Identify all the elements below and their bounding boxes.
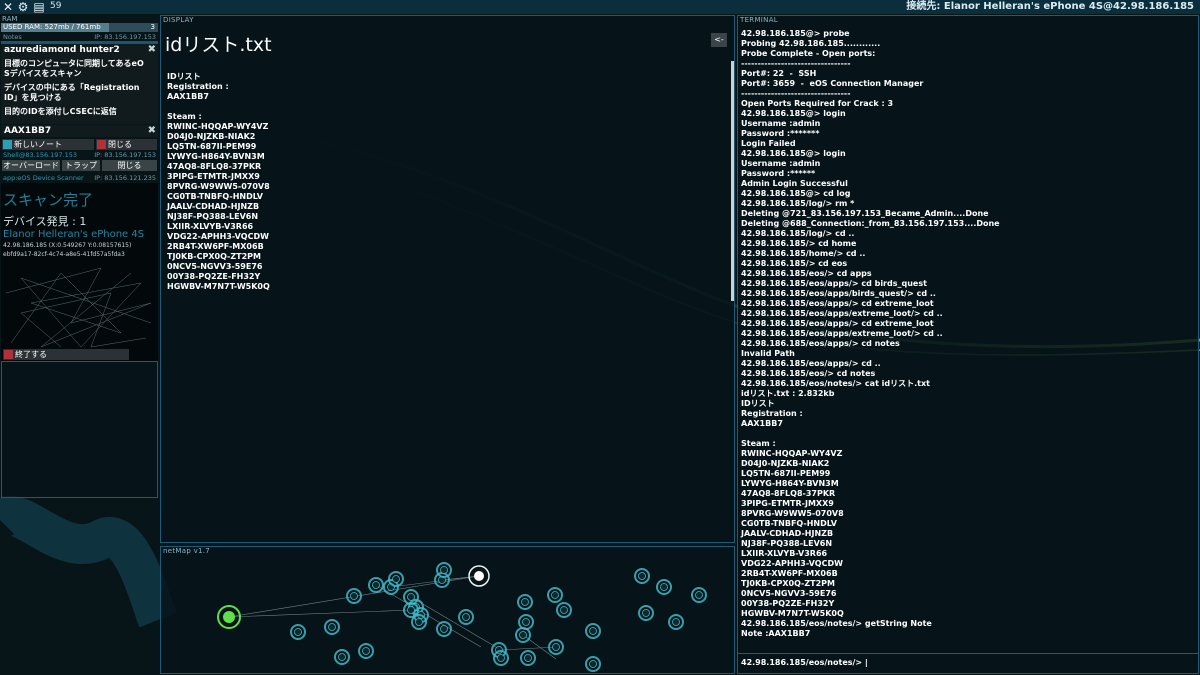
file-content: IDリスト Registration : AAX1BB7 Steam : RWI… <box>167 72 270 291</box>
network-node[interactable] <box>560 606 568 614</box>
note-line: Sデバイスをスキャン <box>4 69 82 78</box>
network-node[interactable] <box>497 654 505 662</box>
network-node[interactable] <box>551 591 559 599</box>
note-title: AAX1BB7 ✖ <box>1 125 158 137</box>
network-node[interactable] <box>589 627 597 635</box>
shell-exe-name: Shell@83.156.197.153 <box>3 151 78 159</box>
close-icon[interactable]: ✖ <box>148 44 156 55</box>
terminal-divider <box>738 653 1198 654</box>
display-label: DISPLAY <box>163 16 194 24</box>
network-node[interactable] <box>372 581 380 589</box>
empty-slot-panel <box>1 361 158 498</box>
device-scanner-panel: スキャン完了 デバイス発見 : 1 Elanor Helleran's ePho… <box>1 183 158 361</box>
new-note-icon <box>3 140 12 149</box>
network-node[interactable] <box>672 618 680 626</box>
network-node[interactable] <box>695 591 703 599</box>
network-node[interactable] <box>328 623 336 631</box>
ram-slot-count: 3 <box>150 23 155 31</box>
network-node[interactable] <box>589 660 597 668</box>
netmap-graph <box>217 562 707 672</box>
gear-icon[interactable]: ⚙ <box>16 0 30 14</box>
network-node[interactable] <box>524 654 532 662</box>
note-line: 目標のコンピュータに同期してあるeO <box>4 59 144 68</box>
terminal-input[interactable]: 42.98.186.185/eos/notes/> | <box>741 658 868 667</box>
netmap-panel: netMap v1.7 <box>160 546 735 674</box>
scan-status: スキャン完了 <box>3 191 94 209</box>
terminal-label: TERMINAL <box>740 16 778 24</box>
scanner-exe-header[interactable]: app:eOS Device Scanner IP: 83.156.121.23… <box>1 174 158 182</box>
target-node[interactable] <box>474 571 484 581</box>
notes-close-button[interactable]: 閉じる <box>96 139 157 150</box>
network-node[interactable] <box>462 613 470 621</box>
home-node[interactable] <box>223 611 235 623</box>
notes-exe-ip: IP: 83.156.197.153 <box>94 33 156 41</box>
close-square-icon <box>97 140 106 149</box>
display-panel: DISPLAY idリスト.txt <- IDリスト Registration … <box>160 15 735 543</box>
shell-exe-header[interactable]: Shell@83.156.197.153 IP: 83.156.197.153 <box>1 151 158 159</box>
connection-status: 接続先: Elanor Helleran's ePhone 4S@42.98.1… <box>906 1 1194 12</box>
note-card[interactable]: azurediamond hunter2 ✖ 目標のコンピュータに同期してあるe… <box>1 44 158 124</box>
note-title: azurediamond hunter2 ✖ <box>1 44 158 56</box>
note-title-text: azurediamond hunter2 <box>4 45 120 55</box>
network-node[interactable] <box>362 647 370 655</box>
network-node[interactable] <box>522 618 530 626</box>
close-icon[interactable]: ✖ <box>148 125 156 136</box>
ram-label: RAM <box>2 15 18 23</box>
scan-visualization <box>5 267 152 348</box>
terminal-output: 42.98.186.185@> probe Probing 42.98.186.… <box>741 29 1000 638</box>
device-id: ebfd9a17-82cf-4c74-a8e5-41fd57a5fda3 <box>3 251 125 258</box>
network-node[interactable] <box>440 625 448 633</box>
notes-exe-header[interactable]: Notes IP: 83.156.197.153 <box>1 33 158 41</box>
exit-button[interactable]: 終了する <box>3 349 129 360</box>
close-icon[interactable]: ✕ <box>1 0 15 14</box>
note-line: デバイスの中にある「Registration <box>4 83 140 92</box>
network-node[interactable] <box>552 643 560 651</box>
back-button[interactable]: <- <box>711 33 727 47</box>
top-bar: ✕ ⚙ ▤ 59 接続先: Elanor Helleran's ePhone 4… <box>0 0 1200 14</box>
file-title: idリスト.txt <box>165 34 272 56</box>
process-count: 59 <box>50 1 62 11</box>
device-ip: 42.98.186.185 (X:0.549267 Y:0.08157615) <box>3 242 132 249</box>
scanner-exe-name: app:eOS Device Scanner <box>3 174 84 182</box>
network-node[interactable] <box>638 572 646 580</box>
network-node[interactable] <box>407 606 415 614</box>
network-node[interactable] <box>415 618 423 626</box>
document-icon[interactable]: ▤ <box>32 0 46 14</box>
ram-usage-bar: USED RAM: 527mb / 761mb 3 <box>1 23 158 32</box>
notes-exe-name: Notes <box>3 33 22 41</box>
network-node[interactable] <box>660 583 668 591</box>
new-note-label: 新しいノート <box>14 140 62 149</box>
exit-label: 終了する <box>15 350 47 359</box>
scanner-exe-ip: IP: 83.156.121.235 <box>94 174 156 182</box>
network-node[interactable] <box>519 631 527 639</box>
display-scrollbar[interactable] <box>731 61 734 301</box>
new-note-button[interactable]: 新しいノート <box>2 139 94 150</box>
trap-button[interactable]: トラップ <box>62 160 100 171</box>
ram-usage-text: USED RAM: 527mb / 761mb <box>3 23 101 31</box>
devices-found: デバイス発見 : 1 <box>3 215 87 228</box>
device-name[interactable]: Elanor Helleran's ePhone 4S <box>3 229 144 240</box>
network-node[interactable] <box>440 566 448 574</box>
note-line: 目的のIDを添付しCSECに返信 <box>4 107 117 116</box>
notes-close-label: 閉じる <box>108 140 132 149</box>
network-node[interactable] <box>294 628 302 636</box>
network-node[interactable] <box>642 609 650 617</box>
shell-exe-ip: IP: 83.156.197.153 <box>94 151 156 159</box>
overload-button[interactable]: オーバーロード <box>2 160 60 171</box>
network-node[interactable] <box>392 575 400 583</box>
terminal-panel: TERMINAL 42.98.186.185@> probe Probing 4… <box>737 15 1199 674</box>
shell-close-button[interactable]: 閉じる <box>102 160 157 171</box>
note-card[interactable]: AAX1BB7 ✖ <box>1 125 158 137</box>
network-node[interactable] <box>350 592 358 600</box>
network-node[interactable] <box>338 653 346 661</box>
note-line: ID」を見つける <box>4 93 62 102</box>
network-node[interactable] <box>521 598 529 606</box>
note-title-text: AAX1BB7 <box>4 126 52 136</box>
exit-square-icon <box>4 350 13 359</box>
